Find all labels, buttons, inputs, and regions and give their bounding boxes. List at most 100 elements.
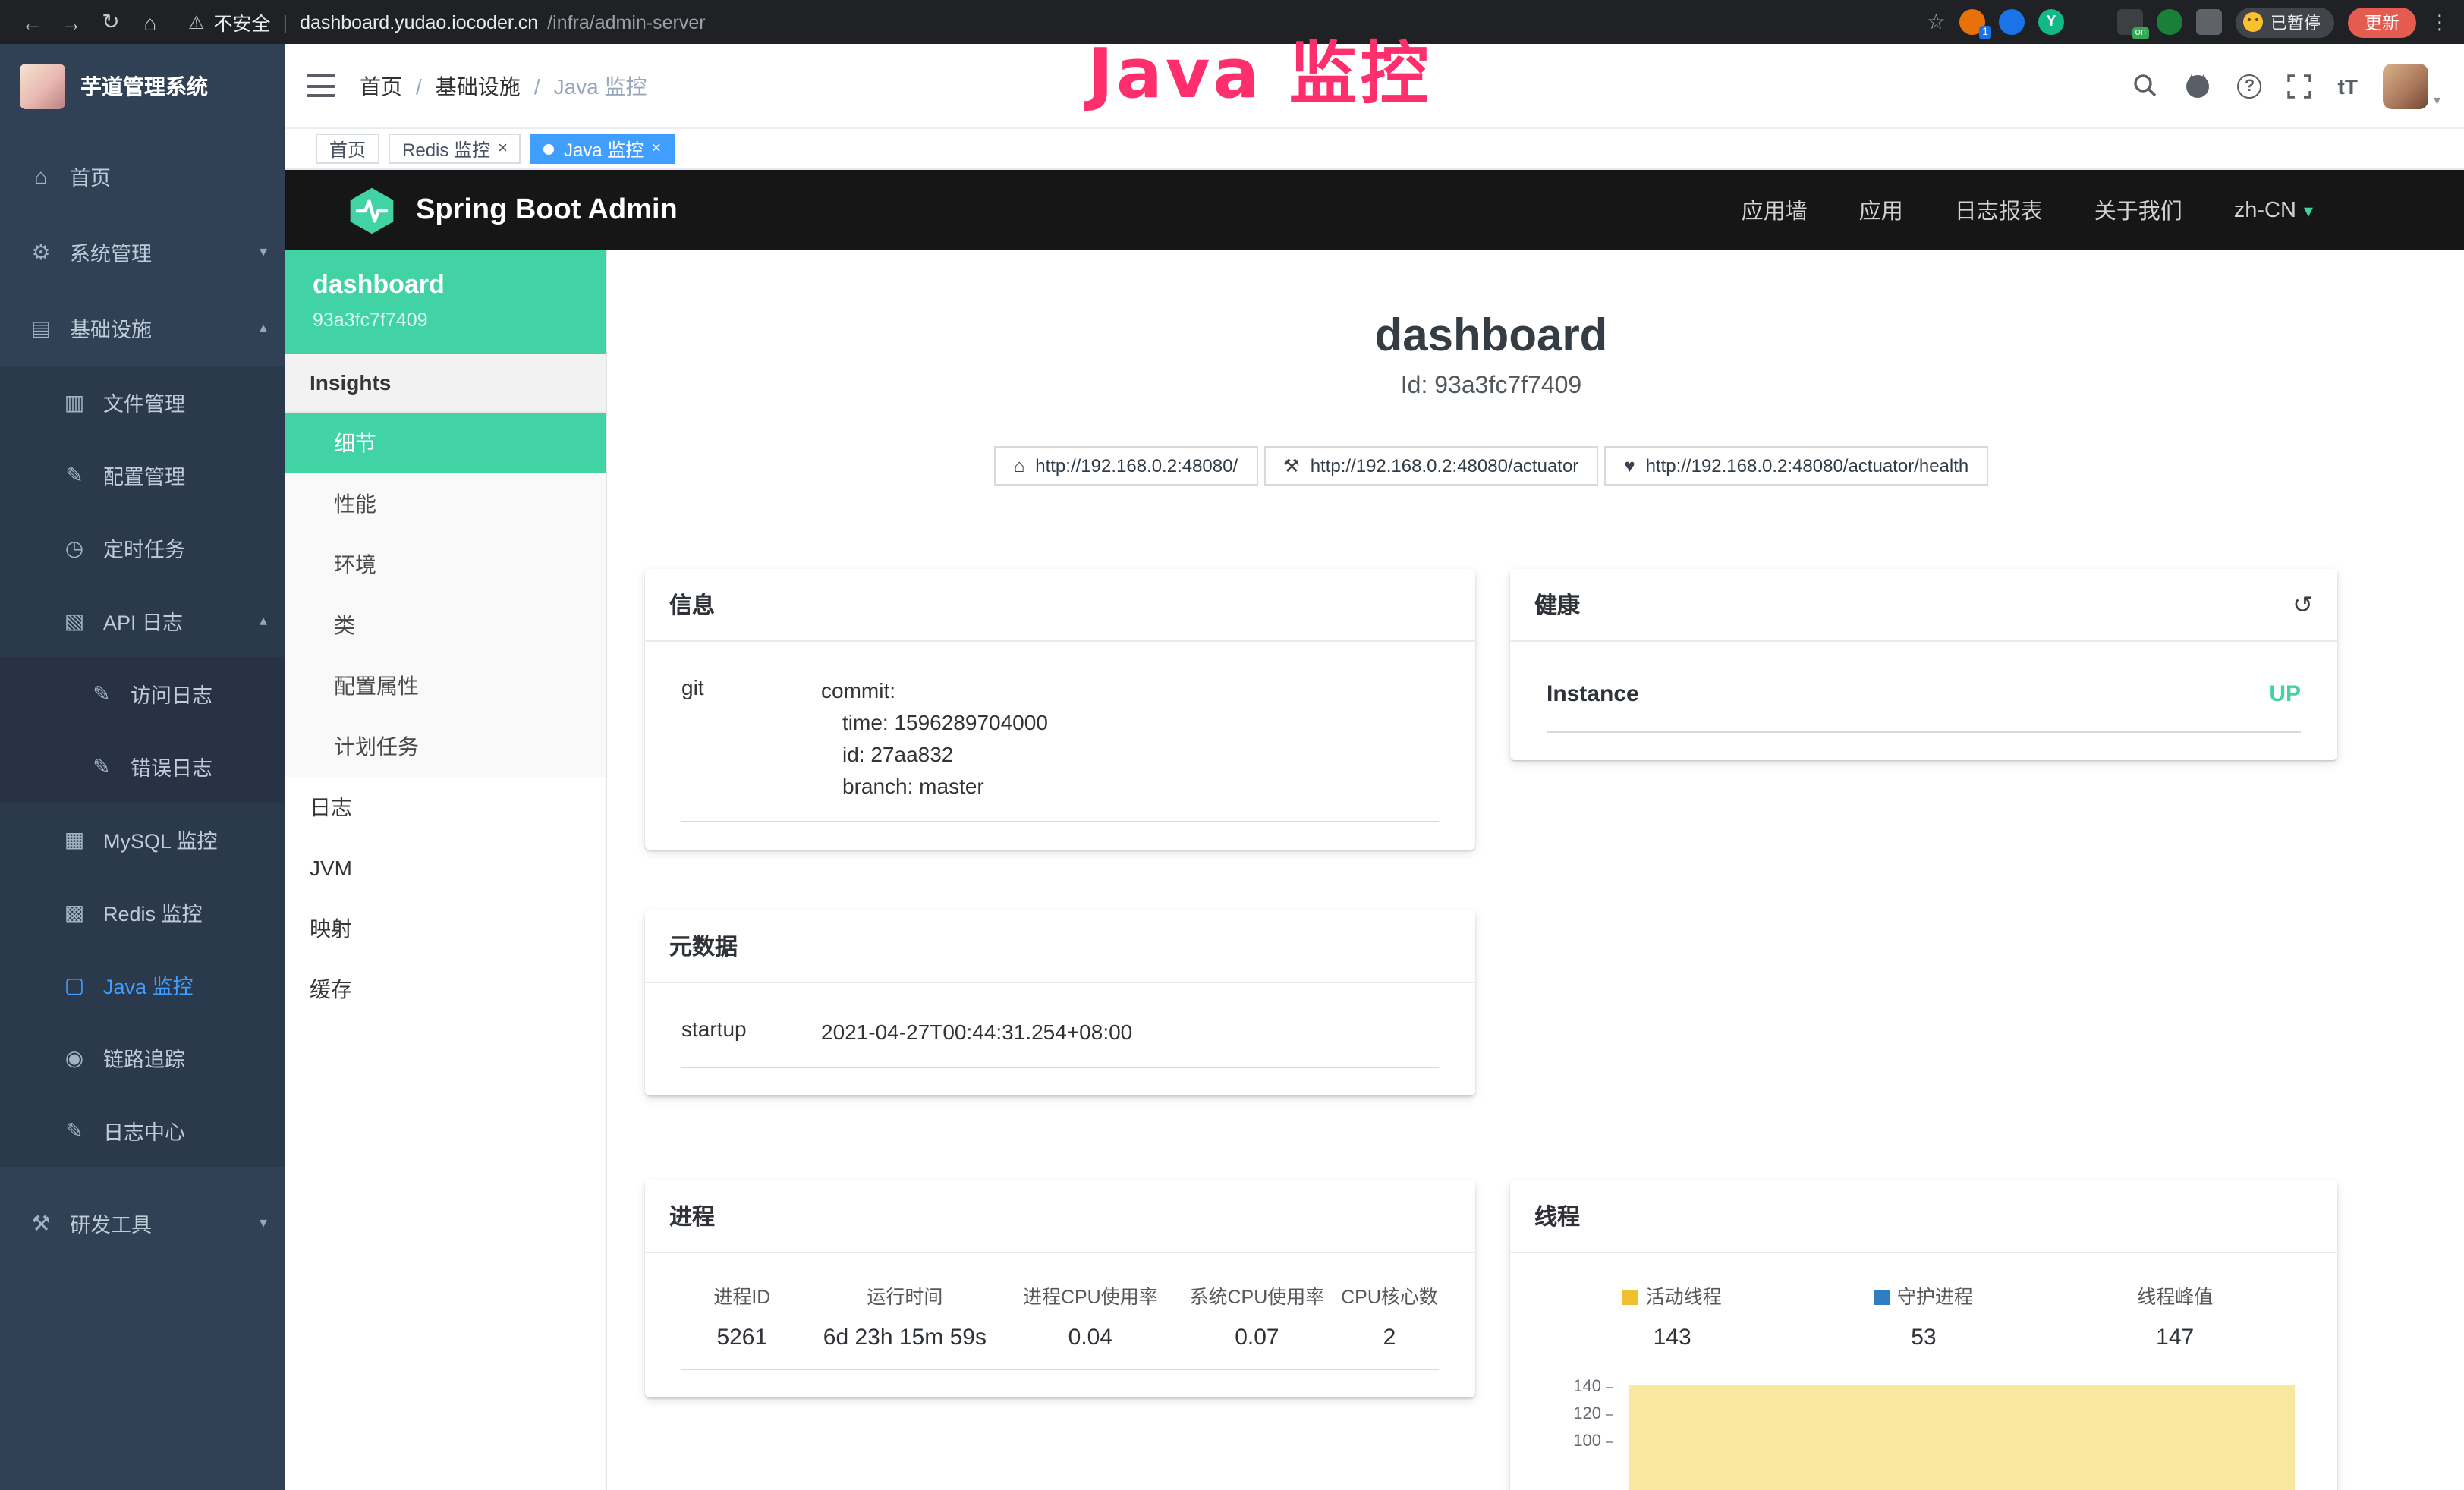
close-icon[interactable]: × bbox=[498, 140, 508, 157]
sba-menu-caches[interactable]: 缓存 bbox=[285, 959, 606, 1020]
tab-home[interactable]: 首页 bbox=[316, 134, 379, 164]
log-icon: ▧ bbox=[61, 608, 88, 633]
back-icon[interactable]: ← bbox=[15, 10, 49, 34]
extension-letter: Y bbox=[2046, 14, 2056, 30]
font-size-icon[interactable]: tT bbox=[2338, 74, 2358, 98]
sba-nav-journal[interactable]: 日志报表 bbox=[1955, 194, 2043, 226]
y-axis-tick: 100 bbox=[1547, 1432, 1613, 1451]
legend-label: 线程峰值 bbox=[2137, 1287, 2213, 1308]
bookmark-star-icon[interactable]: ☆ bbox=[1927, 9, 1946, 35]
sidebar-item-infra[interactable]: ▤ 基础设施 ▴ bbox=[0, 290, 285, 366]
infra-icon: ▤ bbox=[27, 315, 55, 341]
sba-menu-mappings[interactable]: 映射 bbox=[285, 898, 606, 959]
fullscreen-icon[interactable] bbox=[2288, 74, 2312, 98]
sidebar-item-tracing[interactable]: ◉ 链路追踪 bbox=[0, 1021, 285, 1094]
sidebar-item-error-log[interactable]: ✎ 错误日志 bbox=[0, 730, 285, 803]
sidebar-item-log-center[interactable]: ✎ 日志中心 bbox=[0, 1094, 285, 1167]
eye-icon: ◉ bbox=[61, 1045, 88, 1070]
live-threads-area bbox=[1629, 1385, 2295, 1490]
extension-badge: 1 bbox=[1979, 26, 1991, 39]
browser-menu-icon[interactable]: ⋮ bbox=[2430, 10, 2450, 34]
breadcrumb-separator: / bbox=[534, 74, 540, 98]
tab-label: Redis 监控 bbox=[402, 136, 490, 162]
extension-icon-misc[interactable] bbox=[2196, 9, 2222, 35]
process-card: 进程 进程ID 运行时间 进程CPU使用率 系统CPU使用率 CPU核心数 bbox=[645, 1180, 1475, 1397]
threads-values: 143 53 147 bbox=[1547, 1319, 2301, 1366]
app-logo-row[interactable]: 芋道管理系统 bbox=[0, 44, 285, 129]
sba-nav-about[interactable]: 关于我们 bbox=[2094, 194, 2182, 226]
sidebar-item-jobs[interactable]: ◷ 定时任务 bbox=[0, 511, 285, 584]
forward-icon[interactable]: → bbox=[55, 10, 88, 34]
sba-nav-wallboard[interactable]: 应用墙 bbox=[1742, 194, 1808, 226]
sba-menu-classes[interactable]: 类 bbox=[285, 595, 606, 655]
sba-menu-scheduled-tasks[interactable]: 计划任务 bbox=[285, 716, 606, 777]
sidebar-item-label: MySQL 监控 bbox=[103, 824, 218, 854]
sba-menu-environment[interactable]: 环境 bbox=[285, 534, 606, 595]
sba-menu-configprops[interactable]: 配置属性 bbox=[285, 655, 606, 716]
search-icon[interactable] bbox=[2133, 73, 2159, 99]
sidebar-item-access-log[interactable]: ✎ 访问日志 bbox=[0, 657, 285, 730]
service-url-link[interactable]: ⌂ http://192.168.0.2:48080/ bbox=[994, 446, 1257, 486]
instance-header[interactable]: dashboard 93a3fc7f7409 bbox=[285, 250, 606, 354]
sidebar-item-redis[interactable]: ▩ Redis 监控 bbox=[0, 875, 285, 948]
breadcrumb-infra[interactable]: 基础设施 bbox=[436, 71, 521, 101]
breadcrumb-home[interactable]: 首页 bbox=[360, 71, 402, 101]
tab-java-monitor[interactable]: Java 监控 × bbox=[530, 134, 675, 164]
extension-icon-proxy[interactable]: on bbox=[2117, 9, 2143, 35]
sidebar-item-home[interactable]: ⌂ 首页 bbox=[0, 138, 285, 214]
user-menu[interactable]: ▾ bbox=[2384, 63, 2440, 108]
github-icon[interactable] bbox=[2185, 73, 2212, 99]
system-cpu-value: 0.07 bbox=[1174, 1325, 1341, 1350]
sidebar-item-system[interactable]: ⚙ 系统管理 ▾ bbox=[0, 214, 285, 290]
sidebar-item-api-log[interactable]: ▧ API 日志 ▴ bbox=[0, 584, 285, 657]
process-cpu-value: 0.04 bbox=[1007, 1325, 1174, 1350]
edit-icon: ✎ bbox=[61, 462, 88, 488]
sba-menu-logs[interactable]: 日志 bbox=[285, 777, 606, 838]
health-url-link[interactable]: ♥ http://192.168.0.2:48080/actuator/heal… bbox=[1604, 446, 1988, 486]
col-header-process-cpu: 进程CPU使用率 bbox=[1007, 1281, 1174, 1309]
info-git-row: git commit: time: 1596289704000 id: 27aa… bbox=[681, 654, 1439, 822]
paused-extension-pill[interactable]: 已暂停 bbox=[2236, 7, 2334, 37]
sidebar-item-config[interactable]: ✎ 配置管理 bbox=[0, 439, 285, 511]
peak-threads-value: 147 bbox=[2050, 1325, 2301, 1350]
uptime-value: 6d 23h 15m 59s bbox=[803, 1325, 1007, 1350]
browser-update-button[interactable]: 更新 bbox=[2348, 7, 2416, 37]
sba-nav-applications[interactable]: 应用 bbox=[1859, 194, 1903, 226]
extension-icon-orange[interactable]: 1 bbox=[1959, 9, 1985, 35]
sba-menu-metrics[interactable]: 性能 bbox=[285, 473, 606, 534]
breadcrumb-current: Java 监控 bbox=[554, 71, 647, 101]
app-title: 芋道管理系统 bbox=[80, 71, 208, 102]
extension-icon-y[interactable]: Y bbox=[2038, 9, 2064, 35]
extension-icon-grid[interactable] bbox=[2078, 9, 2104, 35]
extension-icon-leaf[interactable] bbox=[2157, 9, 2182, 35]
help-icon[interactable]: ? bbox=[2238, 74, 2262, 98]
sidebar-item-java-monitor[interactable]: ▢ Java 监控 bbox=[0, 948, 285, 1021]
sidebar-item-mysql[interactable]: ▦ MySQL 监控 bbox=[0, 803, 285, 875]
sba-logo-icon bbox=[346, 184, 398, 236]
sba-locale-select[interactable]: zh-CN ▾ bbox=[2234, 198, 2313, 222]
reload-icon[interactable]: ↻ bbox=[94, 9, 127, 35]
link-label: http://192.168.0.2:48080/actuator/health bbox=[1646, 455, 1969, 476]
sba-menu-jvm[interactable]: JVM bbox=[285, 838, 606, 898]
info-card: 信息 git commit: time: 1596289704000 id: 2… bbox=[645, 569, 1475, 850]
sidebar-item-dev-tools[interactable]: ⚒ 研发工具 ▾ bbox=[0, 1185, 285, 1261]
history-icon[interactable]: ↺ bbox=[2292, 589, 2313, 620]
sba-main: dashboard Id: 93a3fc7f7409 ⌂ http://192.… bbox=[607, 250, 2464, 1490]
chevron-down-icon: ▾ bbox=[260, 1215, 267, 1231]
tab-redis-monitor[interactable]: Redis 监控 × bbox=[389, 134, 521, 164]
info-card-title: 信息 bbox=[645, 569, 1475, 642]
actuator-url-link[interactable]: ⚒ http://192.168.0.2:48080/actuator bbox=[1263, 446, 1598, 486]
sidebar-collapse-icon[interactable] bbox=[307, 74, 335, 97]
close-icon[interactable]: × bbox=[651, 140, 661, 157]
health-instance-row[interactable]: Instance UP bbox=[1547, 654, 2301, 733]
address-bar[interactable]: ⚠ 不安全 | dashboard.yudao.iocoder.cn/infra… bbox=[188, 8, 706, 36]
page-title: dashboard bbox=[645, 311, 2337, 363]
sidebar-item-files[interactable]: ▥ 文件管理 bbox=[0, 366, 285, 439]
col-header-system-cpu: 系统CPU使用率 bbox=[1174, 1281, 1341, 1309]
legend-label: 守护进程 bbox=[1897, 1287, 1973, 1308]
home-icon[interactable]: ⌂ bbox=[134, 10, 167, 34]
monitor-icon: ▢ bbox=[61, 972, 88, 998]
extension-icon-pin[interactable] bbox=[1999, 9, 2025, 35]
sba-menu-details[interactable]: 细节 bbox=[285, 413, 606, 473]
sba-brand[interactable]: Spring Boot Admin bbox=[346, 184, 678, 236]
